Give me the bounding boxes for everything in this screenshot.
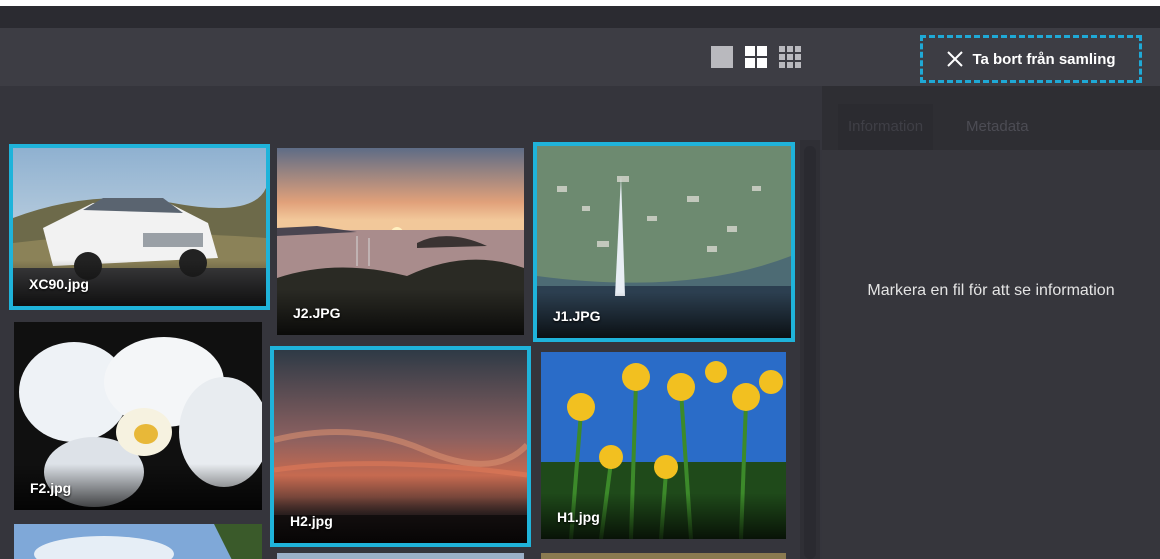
image-tile-j1[interactable]: J1.JPG: [533, 142, 795, 342]
image-tile-partial[interactable]: [541, 553, 786, 559]
image-tile-partial[interactable]: [14, 524, 262, 559]
image-filename: XC90.jpg: [29, 276, 89, 292]
grid-2x2-icon[interactable]: [745, 46, 767, 68]
image-filename: J1.JPG: [553, 308, 601, 324]
tab-metadata[interactable]: Metadata: [956, 104, 1039, 150]
close-icon: [947, 51, 964, 67]
info-panel-tabs: Information Metadata: [822, 86, 1160, 150]
grid-3x3-icon[interactable]: [779, 46, 801, 68]
landscape-photo: [541, 553, 786, 559]
image-tile-h2[interactable]: H2.jpg: [270, 346, 531, 547]
image-tile-j2[interactable]: J2.JPG: [277, 148, 524, 335]
image-filename: J2.JPG: [293, 305, 341, 321]
remove-from-collection-button[interactable]: Ta bort från samling: [920, 35, 1142, 83]
sky-photo: [14, 524, 262, 559]
title-bar: [0, 6, 1160, 28]
image-filename: F2.jpg: [30, 480, 72, 496]
tab-information[interactable]: Information: [838, 104, 934, 150]
image-tile-h1[interactable]: H1.jpg: [541, 352, 786, 539]
empty-selection-message: Markera en fil för att se information: [867, 282, 1115, 299]
image-tile-partial[interactable]: [277, 553, 524, 559]
landscape-photo: [277, 553, 524, 559]
square-view-icon[interactable]: [711, 46, 733, 68]
image-filename: H1.jpg: [557, 509, 600, 525]
remove-from-collection-label: Ta bort från samling: [972, 50, 1116, 68]
image-tile-xc90[interactable]: XC90.jpg: [9, 144, 270, 310]
image-grid: XC90.jpg J2.JPG J1.JPG F2.jpg H2.jpg H1.…: [0, 86, 800, 559]
view-mode-toggles: [711, 46, 801, 68]
image-filename: H2.jpg: [290, 513, 333, 529]
image-tile-f2[interactable]: F2.jpg: [14, 322, 262, 510]
scrollbar-thumb[interactable]: [804, 146, 816, 559]
info-panel: Information Metadata Markera en fil för …: [822, 86, 1160, 559]
